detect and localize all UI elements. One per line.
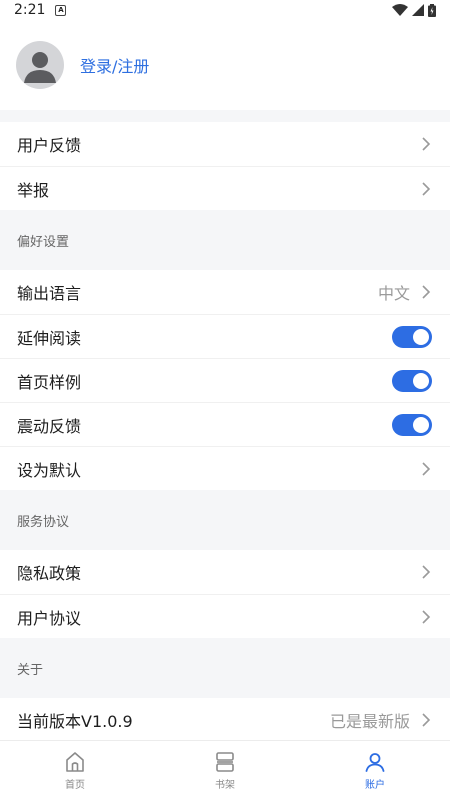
- user-feedback-row[interactable]: 用户反馈: [0, 122, 450, 166]
- set-default-row[interactable]: 设为默认: [0, 446, 450, 490]
- service-group: 隐私政策 用户协议: [0, 550, 450, 638]
- set-default-label: 设为默认: [17, 460, 82, 480]
- user-agreement-row[interactable]: 用户协议: [0, 594, 450, 638]
- privacy-policy-row[interactable]: 隐私政策: [0, 550, 450, 594]
- nav-home-label: 首页: [65, 780, 85, 791]
- version-status: 已是最新版: [329, 712, 410, 731]
- status-time: 2:21: [14, 2, 46, 18]
- privacy-policy-label: 隐私政策: [17, 564, 82, 583]
- account-icon: [365, 753, 385, 772]
- chevron-right-icon: [422, 285, 431, 299]
- version-label: 当前版本V1.0.9: [17, 712, 133, 731]
- extended-reading-toggle[interactable]: [392, 325, 432, 348]
- output-language-row[interactable]: 输出语言 中文: [0, 270, 450, 314]
- preferences-group: 输出语言 中文 延伸阅读 首页样例 震动反馈 设为默认: [0, 270, 450, 490]
- extended-reading-label: 延伸阅读: [17, 328, 82, 348]
- profile-section[interactable]: 登录/注册: [0, 20, 450, 110]
- version-row[interactable]: 当前版本V1.0.9 已是最新版: [0, 698, 450, 742]
- about-header: 关于: [0, 638, 450, 698]
- chevron-right-icon: [422, 609, 431, 624]
- signal-icon: [412, 4, 424, 16]
- vibration-feedback-toggle[interactable]: [392, 413, 432, 436]
- about-group: 当前版本V1.0.9 已是最新版: [0, 698, 450, 742]
- output-language-value: 中文: [377, 284, 410, 303]
- vibration-feedback-label: 震动反馈: [17, 416, 82, 436]
- extended-reading-row: 延伸阅读: [0, 314, 450, 358]
- chevron-right-icon: [422, 461, 431, 476]
- preferences-header: 偏好设置: [0, 210, 450, 270]
- bottom-nav: 首页 书架 账户: [0, 740, 450, 800]
- report-label: 举报: [17, 180, 50, 200]
- user-agreement-label: 用户协议: [17, 608, 82, 628]
- home-icon: [66, 752, 84, 772]
- report-row[interactable]: 举报: [0, 166, 450, 210]
- login-register-link[interactable]: 登录/注册: [80, 53, 149, 77]
- general-group: 用户反馈 举报: [0, 122, 450, 210]
- nav-account[interactable]: 账户: [300, 741, 450, 800]
- bookshelf-icon: [216, 752, 234, 772]
- service-header: 服务协议: [0, 490, 450, 550]
- vibration-feedback-row: 震动反馈: [0, 402, 450, 446]
- nav-account-label: 账户: [365, 780, 385, 791]
- wifi-icon: [392, 4, 408, 16]
- user-feedback-label: 用户反馈: [17, 136, 82, 155]
- chevron-right-icon: [422, 713, 431, 727]
- homepage-sample-label: 首页样例: [17, 372, 82, 392]
- nav-home[interactable]: 首页: [0, 741, 150, 800]
- output-language-label: 输出语言: [17, 284, 82, 303]
- chevron-right-icon: [422, 181, 431, 196]
- nav-bookshelf-label: 书架: [215, 780, 235, 791]
- user-avatar-icon: [24, 52, 56, 83]
- homepage-sample-row: 首页样例: [0, 358, 450, 402]
- battery-icon: [428, 3, 436, 17]
- chevron-right-icon: [422, 565, 431, 579]
- nav-bookshelf[interactable]: 书架: [150, 741, 300, 800]
- chevron-right-icon: [422, 137, 431, 151]
- status-bar: 2:21 A: [0, 0, 450, 20]
- avatar[interactable]: [16, 41, 64, 89]
- homepage-sample-toggle[interactable]: [392, 369, 432, 392]
- notification-icon: A: [55, 4, 67, 16]
